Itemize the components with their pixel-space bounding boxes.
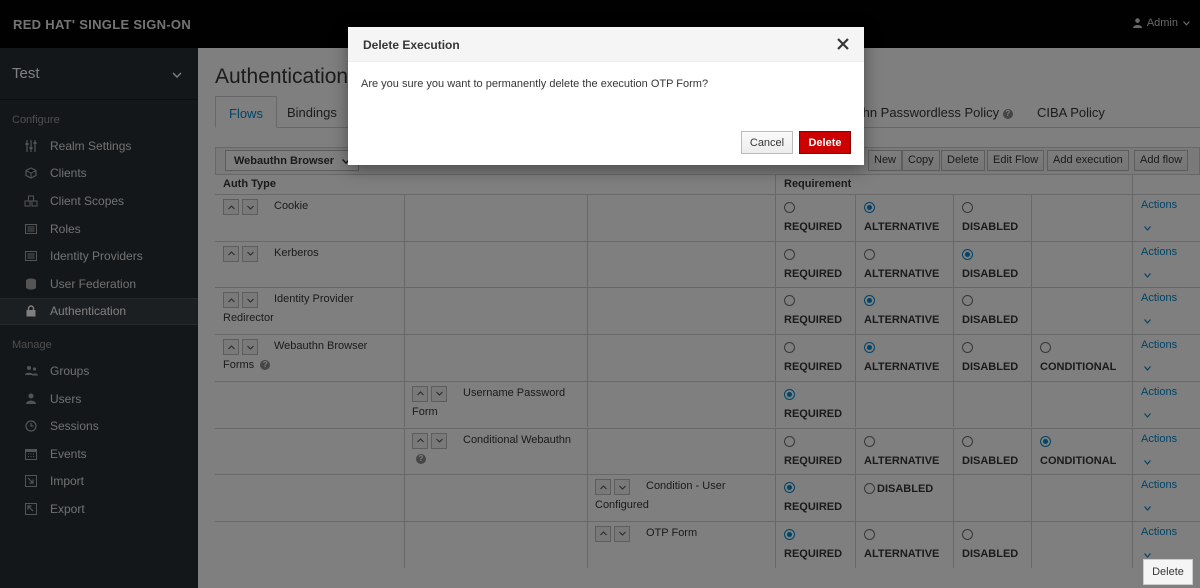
dialog-header: Delete Execution — [348, 27, 864, 62]
dialog-title: Delete Execution — [363, 38, 460, 52]
dialog-message: Are you sure you want to permanently del… — [361, 78, 709, 90]
close-icon[interactable] — [836, 37, 850, 51]
cancel-button[interactable]: Cancel — [741, 131, 793, 154]
delete-execution-dialog: Delete Execution Are you sure you want t… — [348, 27, 864, 165]
confirm-delete-button[interactable]: Delete — [799, 131, 851, 154]
delete-tooltip: Delete — [1143, 559, 1193, 585]
